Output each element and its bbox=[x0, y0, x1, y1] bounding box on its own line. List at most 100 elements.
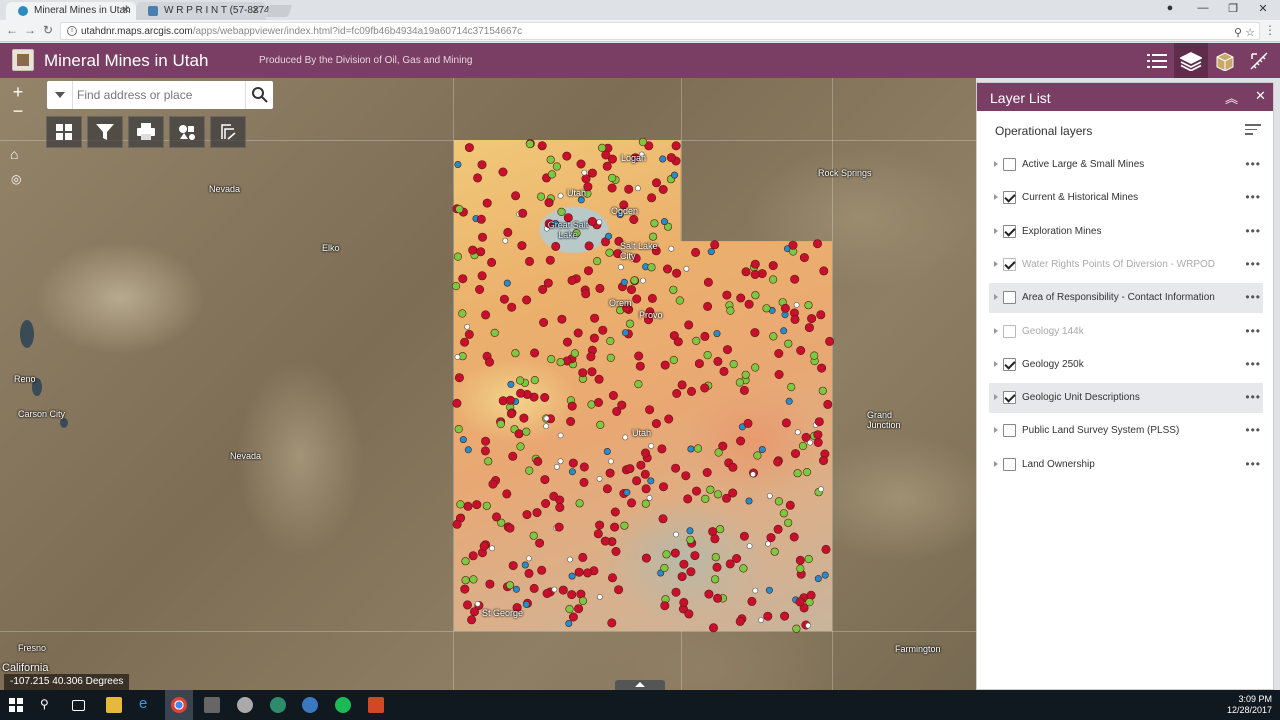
mine-marker[interactable] bbox=[787, 383, 796, 392]
mine-marker[interactable] bbox=[722, 345, 732, 355]
mine-marker[interactable] bbox=[464, 143, 474, 153]
mine-marker[interactable] bbox=[517, 241, 527, 251]
mine-marker[interactable] bbox=[574, 604, 584, 614]
mine-marker[interactable] bbox=[626, 498, 636, 508]
mine-marker[interactable] bbox=[762, 304, 771, 313]
mine-marker[interactable] bbox=[774, 348, 784, 358]
mine-marker[interactable] bbox=[594, 374, 604, 384]
expand-arrow-icon[interactable] bbox=[994, 260, 998, 267]
mine-marker[interactable] bbox=[539, 318, 549, 328]
mine-marker[interactable] bbox=[707, 248, 715, 256]
search-input[interactable] bbox=[77, 85, 237, 105]
mine-marker[interactable] bbox=[774, 369, 784, 379]
mine-marker[interactable] bbox=[461, 557, 470, 566]
layer-row[interactable]: Public Land Survey System (PLSS) ••• bbox=[989, 416, 1263, 446]
mine-marker[interactable] bbox=[602, 484, 612, 494]
more-options-icon[interactable]: ••• bbox=[1245, 257, 1261, 271]
mine-marker[interactable] bbox=[805, 622, 811, 629]
mine-marker[interactable] bbox=[620, 278, 628, 286]
browser-tab-1[interactable]: Mineral Mines in Utah ✕ bbox=[6, 2, 136, 20]
mine-marker[interactable] bbox=[683, 494, 693, 504]
mine-marker[interactable] bbox=[758, 617, 764, 623]
mine-marker[interactable] bbox=[452, 519, 462, 529]
map-view[interactable]: Nevada Elko Reno Carson City Nevada Fres… bbox=[0, 78, 976, 690]
mine-marker[interactable] bbox=[686, 535, 695, 544]
mine-marker[interactable] bbox=[766, 533, 776, 543]
mine-marker[interactable] bbox=[525, 466, 534, 475]
mine-marker[interactable] bbox=[578, 368, 588, 378]
file-explorer-icon[interactable] bbox=[106, 697, 122, 713]
mine-marker[interactable] bbox=[568, 458, 578, 468]
mine-marker[interactable] bbox=[567, 556, 573, 563]
mine-marker[interactable] bbox=[632, 294, 642, 304]
mine-marker[interactable] bbox=[710, 575, 720, 584]
mine-marker[interactable] bbox=[542, 588, 552, 598]
mine-marker[interactable] bbox=[704, 589, 714, 599]
mine-marker[interactable] bbox=[804, 554, 813, 564]
mine-marker[interactable] bbox=[578, 552, 588, 562]
mine-marker[interactable] bbox=[751, 363, 760, 372]
bookmark-star-icon[interactable]: ⚲ ☆ bbox=[1234, 26, 1255, 39]
mine-marker[interactable] bbox=[634, 380, 643, 389]
mine-marker[interactable] bbox=[554, 463, 560, 470]
mine-marker[interactable] bbox=[690, 551, 700, 561]
profile-icon[interactable]: ● bbox=[1155, 2, 1185, 14]
mine-marker[interactable] bbox=[456, 500, 465, 509]
mine-marker[interactable] bbox=[785, 397, 793, 405]
more-options-icon[interactable]: ••• bbox=[1245, 390, 1261, 404]
mine-marker[interactable] bbox=[781, 418, 791, 428]
mine-marker[interactable] bbox=[629, 215, 639, 225]
search-icon[interactable]: ⚲ bbox=[40, 697, 56, 713]
mine-marker[interactable] bbox=[552, 162, 562, 171]
mine-marker[interactable] bbox=[589, 333, 599, 343]
mine-marker[interactable] bbox=[683, 265, 690, 272]
mine-marker[interactable] bbox=[537, 141, 547, 151]
mine-marker[interactable] bbox=[454, 425, 463, 434]
mine-marker[interactable] bbox=[719, 366, 729, 376]
mine-marker[interactable] bbox=[485, 579, 495, 589]
mine-marker[interactable] bbox=[818, 386, 827, 395]
mine-marker[interactable] bbox=[545, 255, 555, 265]
mine-marker[interactable] bbox=[477, 271, 487, 281]
mine-marker[interactable] bbox=[804, 301, 813, 310]
expand-arrow-icon[interactable] bbox=[994, 460, 998, 467]
layer-row[interactable]: Area of Responsibility - Contact Informa… bbox=[989, 283, 1263, 314]
mine-marker[interactable] bbox=[816, 310, 826, 320]
mine-marker[interactable] bbox=[583, 568, 593, 578]
mine-marker[interactable] bbox=[823, 399, 833, 409]
mine-marker[interactable] bbox=[593, 529, 603, 539]
mine-marker[interactable] bbox=[819, 266, 829, 276]
mine-marker[interactable] bbox=[710, 534, 720, 544]
expand-arrow-icon[interactable] bbox=[994, 327, 998, 334]
mine-marker[interactable] bbox=[647, 293, 657, 303]
mine-marker[interactable] bbox=[686, 386, 696, 396]
layer-row[interactable]: Geologic Unit Descriptions ••• bbox=[989, 383, 1263, 414]
mine-marker[interactable] bbox=[461, 576, 470, 585]
mine-marker[interactable] bbox=[739, 531, 749, 541]
mine-marker[interactable] bbox=[551, 586, 558, 593]
mine-marker[interactable] bbox=[557, 314, 567, 324]
back-icon[interactable]: ← bbox=[4, 23, 20, 37]
mine-marker[interactable] bbox=[622, 434, 629, 441]
mine-marker[interactable] bbox=[551, 241, 561, 251]
mine-marker[interactable] bbox=[641, 484, 651, 494]
mine-marker[interactable] bbox=[455, 205, 464, 214]
mine-marker[interactable] bbox=[780, 611, 790, 621]
mine-marker[interactable] bbox=[611, 546, 621, 556]
mine-marker[interactable] bbox=[607, 183, 617, 193]
mine-marker[interactable] bbox=[521, 561, 529, 569]
mine-marker[interactable] bbox=[818, 486, 824, 493]
mine-marker[interactable] bbox=[714, 448, 723, 457]
close-icon[interactable]: ✕ bbox=[122, 5, 130, 16]
mine-marker[interactable] bbox=[713, 490, 723, 499]
mine-marker[interactable] bbox=[657, 444, 667, 454]
coordinate-button[interactable] bbox=[210, 116, 246, 148]
mine-marker[interactable] bbox=[579, 477, 589, 487]
site-info-icon[interactable]: i bbox=[67, 26, 77, 36]
mine-marker[interactable] bbox=[673, 337, 683, 347]
attribute-table-toggle[interactable] bbox=[615, 680, 665, 690]
mine-marker[interactable] bbox=[774, 497, 784, 506]
mine-marker[interactable] bbox=[645, 405, 655, 415]
mine-marker[interactable] bbox=[601, 150, 611, 160]
mine-marker[interactable] bbox=[554, 522, 564, 532]
